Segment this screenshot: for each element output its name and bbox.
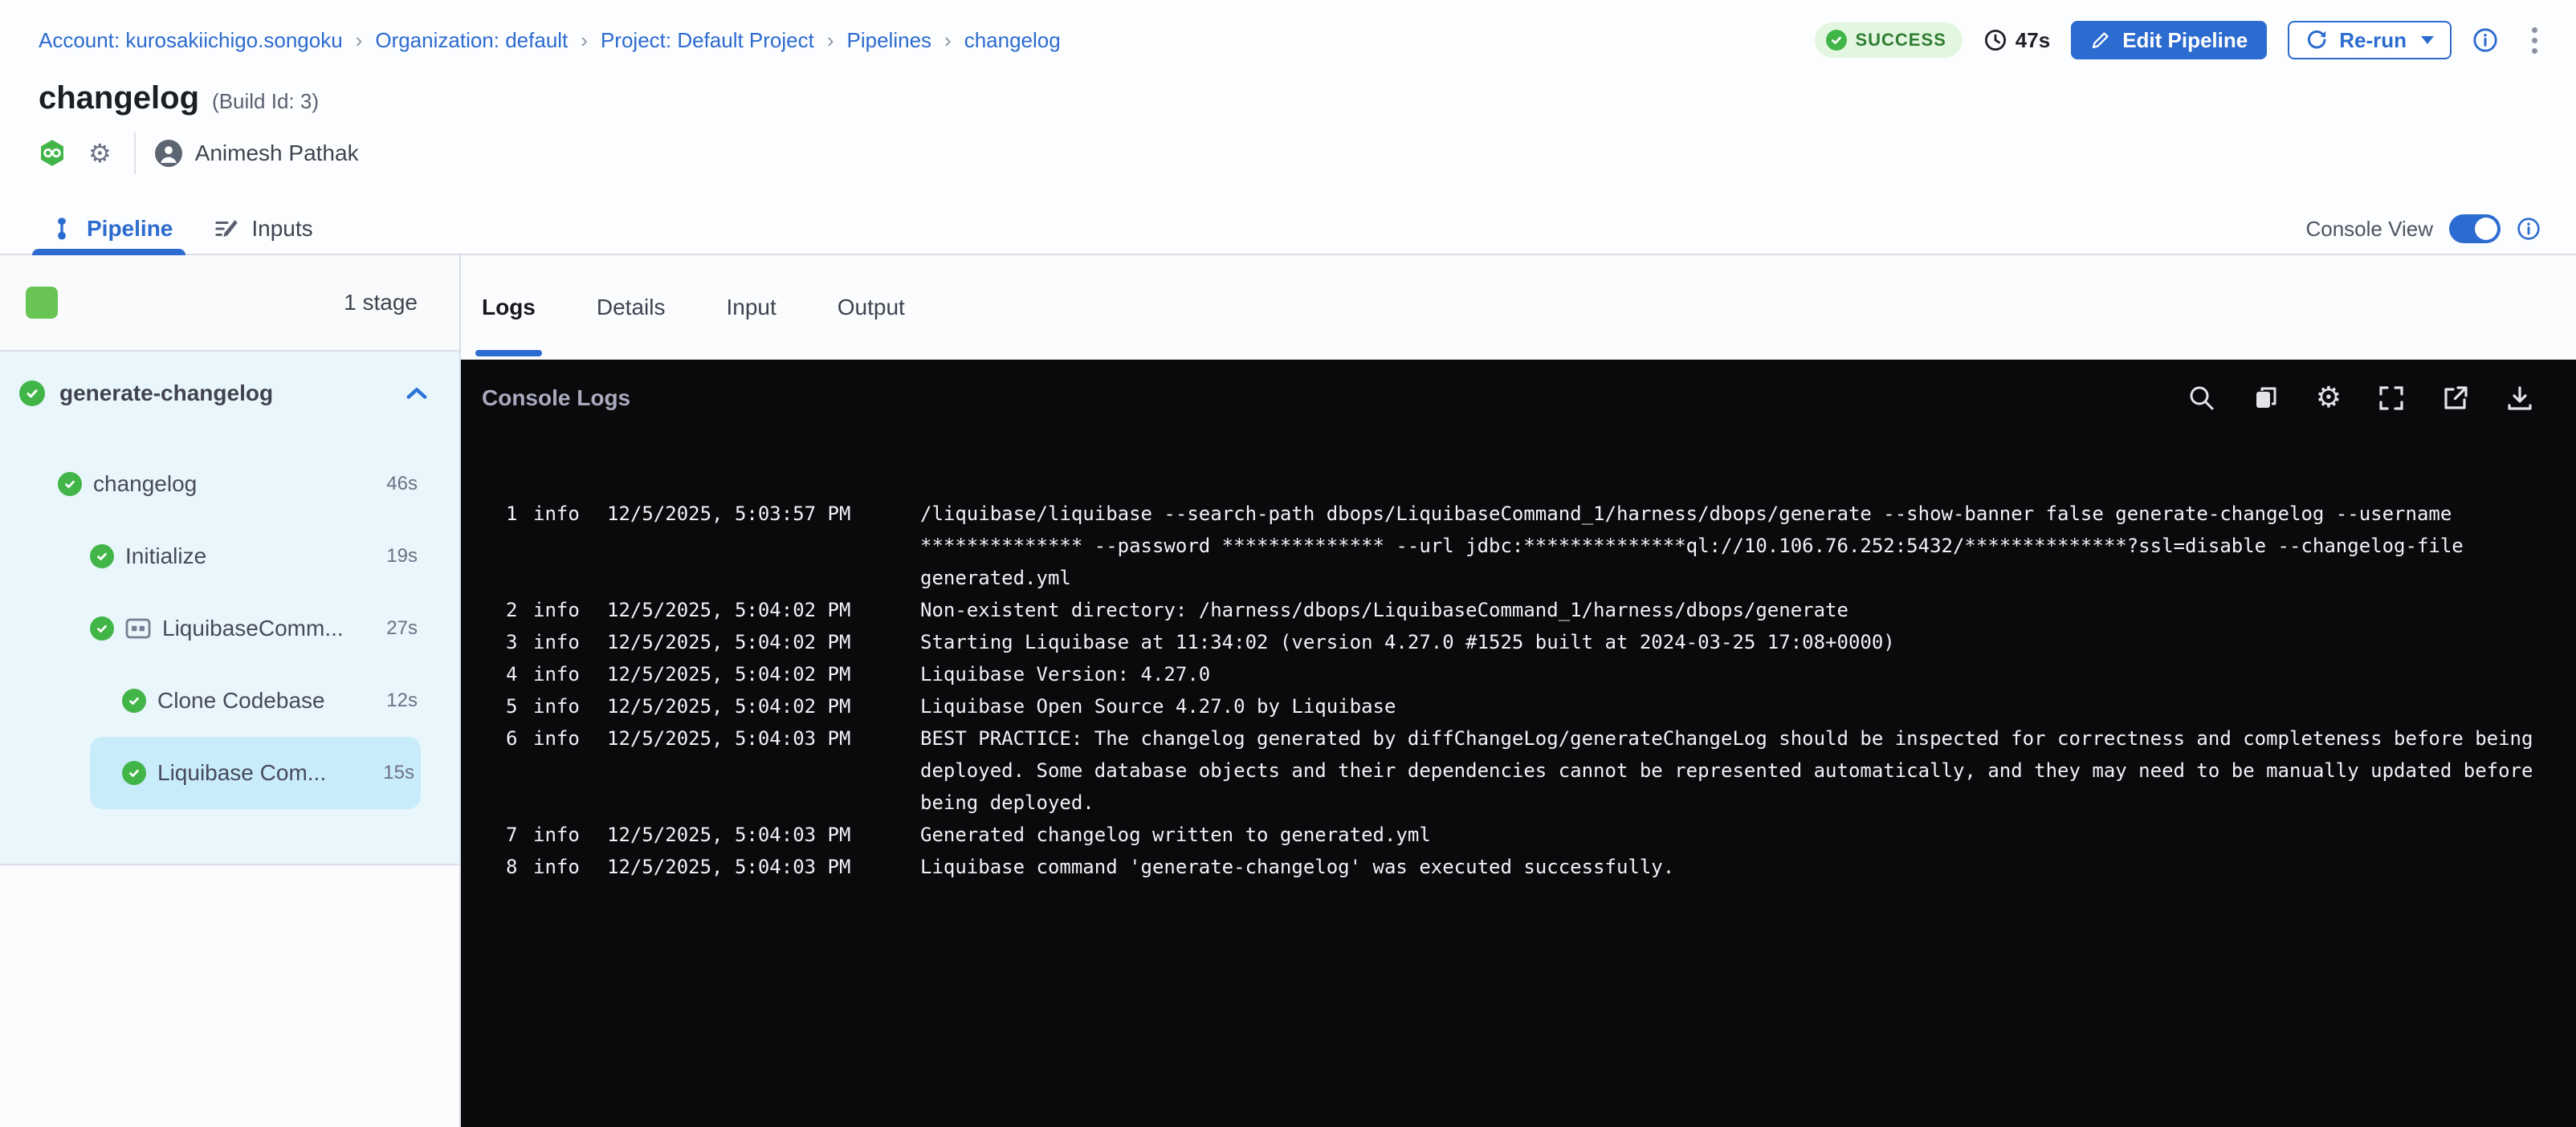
- tab-input[interactable]: Input: [726, 255, 776, 360]
- breadcrumb-organization[interactable]: Organization: default: [375, 28, 568, 53]
- avatar: [155, 140, 182, 167]
- more-options-menu-icon[interactable]: [2525, 24, 2544, 57]
- execution-sidebar: 1 stage generate-changelog: [0, 255, 461, 1127]
- collapse-chevron-icon[interactable]: [406, 386, 427, 401]
- stage-count: 1 stage: [344, 290, 418, 315]
- success-check-icon: [19, 380, 45, 406]
- duration-text: 47s: [2016, 28, 2050, 53]
- step-row-liquibase-command-selected[interactable]: Liquibase Com... 15s: [90, 737, 421, 809]
- stage-group-row[interactable]: generate-changelog: [0, 352, 459, 435]
- success-check-icon: [90, 616, 114, 641]
- build-id: (Build Id: 3): [212, 89, 319, 114]
- log-line: 1info12/5/2025, 5:03:57 PM/liquibase/liq…: [506, 498, 2576, 594]
- header-actions: SUCCESS 47s Edit Pipeline Re-run: [1815, 21, 2544, 59]
- pipeline-icon: [50, 217, 74, 241]
- breadcrumb-separator: ›: [827, 28, 834, 53]
- log-line: 7info12/5/2025, 5:04:03 PMGenerated chan…: [506, 819, 2576, 851]
- success-check-icon: [1826, 30, 1847, 51]
- header: Account: kurosakiichigo.songoku › Organi…: [0, 0, 2576, 255]
- breadcrumb-pipelines[interactable]: Pipelines: [847, 28, 932, 53]
- rerun-icon: [2305, 29, 2328, 51]
- meta-row: ⚙ Animesh Pathak: [39, 137, 2576, 169]
- duration-indicator: 47s: [1983, 28, 2050, 53]
- tab-inputs[interactable]: Inputs: [214, 204, 312, 254]
- ci-module-icon: [39, 139, 66, 168]
- log-tabbar: Logs Details Input Output: [461, 255, 2576, 360]
- log-line: 5info12/5/2025, 5:04:02 PMLiquibase Open…: [506, 690, 2576, 722]
- search-icon[interactable]: [2187, 384, 2216, 413]
- success-check-icon: [122, 761, 146, 785]
- status-text: SUCCESS: [1855, 30, 1946, 51]
- settings-gear-icon[interactable]: ⚙: [88, 140, 112, 166]
- console-view-control: Console View: [2305, 214, 2576, 243]
- settings-icon[interactable]: ⚙: [2316, 384, 2342, 413]
- breadcrumb-separator: ›: [581, 28, 588, 53]
- tab-pipeline[interactable]: Pipeline: [50, 204, 173, 254]
- stage-tree: generate-changelog changelog 46s: [0, 352, 459, 865]
- stage-group-label: generate-changelog: [59, 380, 273, 406]
- success-check-icon: [90, 544, 114, 568]
- status-badge: SUCCESS: [1815, 22, 1962, 58]
- inputs-icon: [214, 217, 238, 241]
- step-duration: 27s: [386, 617, 418, 640]
- rerun-button[interactable]: Re-run: [2288, 21, 2452, 59]
- step-row-clone-codebase[interactable]: Clone Codebase 12s: [0, 665, 459, 737]
- divider: [134, 132, 136, 174]
- view-tabbar: Pipeline Inputs Console View: [0, 204, 2576, 255]
- tab-output[interactable]: Output: [838, 255, 905, 360]
- page-title: changelog: [39, 80, 199, 116]
- console-toolbar: ⚙: [2187, 384, 2534, 413]
- breadcrumb-separator: ›: [944, 28, 952, 53]
- log-line: 3info12/5/2025, 5:04:02 PMStarting Liqui…: [506, 626, 2576, 658]
- breadcrumb-changelog[interactable]: changelog: [964, 28, 1061, 53]
- step-duration: 46s: [386, 473, 418, 495]
- log-line: 6info12/5/2025, 5:04:03 PMBEST PRACTICE:…: [506, 722, 2576, 819]
- log-line: 4info12/5/2025, 5:04:02 PMLiquibase Vers…: [506, 658, 2576, 690]
- step-row-initialize[interactable]: Initialize 19s: [0, 520, 459, 592]
- step-duration: 19s: [386, 545, 418, 568]
- download-icon[interactable]: [2505, 384, 2534, 413]
- breadcrumb-account[interactable]: Account: kurosakiichigo.songoku: [39, 28, 343, 53]
- breadcrumb: Account: kurosakiichigo.songoku › Organi…: [39, 28, 1061, 53]
- title-row: changelog (Build Id: 3): [39, 80, 2576, 116]
- breadcrumb-separator: ›: [356, 28, 363, 53]
- author-name: Animesh Pathak: [195, 140, 359, 166]
- pipeline-execution-page: Account: kurosakiichigo.songoku › Organi…: [0, 0, 2576, 1127]
- log-line: 2info12/5/2025, 5:04:02 PMNon-existent d…: [506, 594, 2576, 626]
- stage-status-square[interactable]: [26, 287, 58, 319]
- tab-logs[interactable]: Logs: [482, 255, 536, 360]
- success-check-icon: [58, 472, 82, 496]
- console-view-info-icon[interactable]: [2517, 217, 2541, 241]
- info-icon[interactable]: [2472, 27, 2498, 53]
- stage-strip: 1 stage: [0, 255, 459, 352]
- pencil-icon: [2090, 30, 2111, 51]
- step-list: changelog 46s Initialize 19s: [0, 448, 459, 809]
- clock-icon: [1983, 28, 2007, 52]
- console-log-output[interactable]: 1info12/5/2025, 5:03:57 PM/liquibase/liq…: [461, 437, 2576, 1127]
- log-line: 8info12/5/2025, 5:04:03 PMLiquibase comm…: [506, 851, 2576, 883]
- breadcrumb-project[interactable]: Project: Default Project: [601, 28, 814, 53]
- step-group-icon: [125, 617, 151, 640]
- sidebar-empty-area: [0, 865, 459, 1127]
- tab-details[interactable]: Details: [597, 255, 666, 360]
- rerun-caret-icon: [2421, 36, 2434, 44]
- console-title: Console Logs: [482, 385, 630, 411]
- console-view-toggle[interactable]: [2449, 214, 2501, 243]
- open-in-new-tab-icon[interactable]: [2441, 384, 2470, 413]
- copy-icon[interactable]: [2252, 384, 2280, 413]
- step-detail-panel: Logs Details Input Output Console Logs: [461, 255, 2576, 1127]
- console-header: Console Logs ⚙: [461, 360, 2576, 437]
- success-check-icon: [122, 689, 146, 713]
- edit-pipeline-button[interactable]: Edit Pipeline: [2071, 21, 2267, 59]
- console-view-label: Console View: [2305, 217, 2433, 242]
- step-duration: 12s: [386, 690, 418, 712]
- step-row-changelog[interactable]: changelog 46s: [0, 448, 459, 520]
- fullscreen-icon[interactable]: [2377, 384, 2406, 413]
- step-duration: 15s: [383, 762, 414, 784]
- step-row-liquibase-command-group[interactable]: LiquibaseComm... 27s: [0, 592, 459, 665]
- console-panel: Console Logs ⚙: [461, 360, 2576, 1127]
